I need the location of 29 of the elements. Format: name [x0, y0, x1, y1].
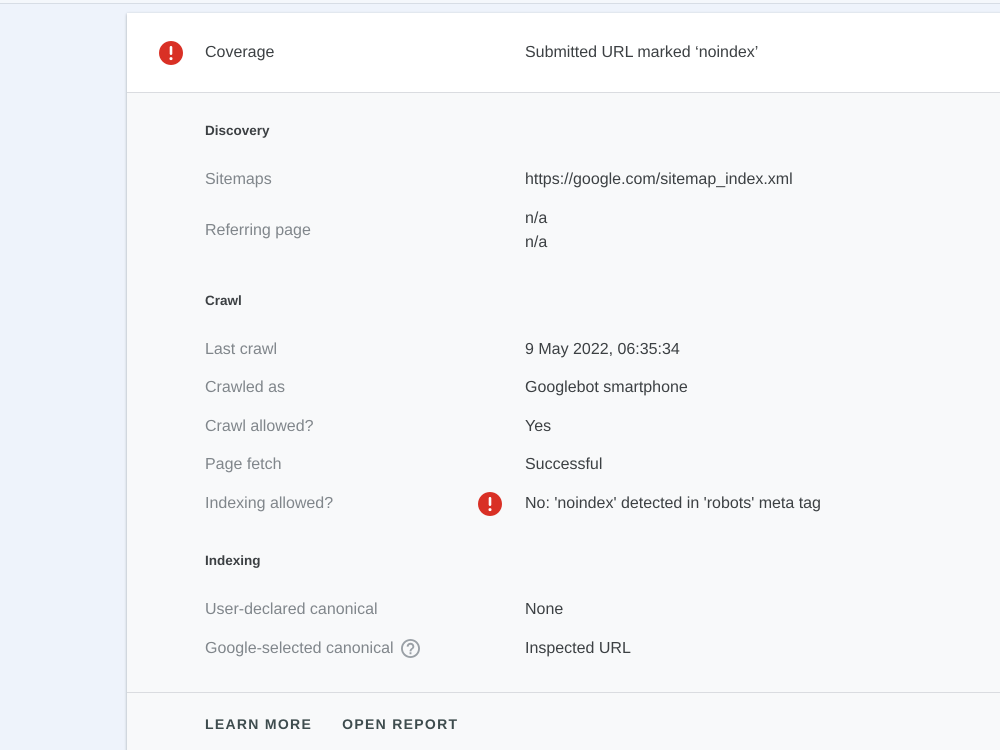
section-heading: Discovery — [205, 122, 270, 140]
field-value: https://google.com/sitemap_index.xml — [525, 170, 793, 190]
field-label: Referring page — [205, 220, 311, 241]
field-value: None — [525, 600, 564, 620]
field-value: n/a — [525, 233, 548, 253]
error-icon — [478, 492, 502, 516]
field-label: Page fetch — [205, 455, 282, 475]
field-label: Crawled as — [205, 378, 286, 398]
section-heading: Crawl — [205, 292, 242, 310]
field-label: Indexing allowed? — [205, 494, 334, 514]
action-button[interactable]: OPEN REPORT — [334, 706, 466, 742]
field-value: n/a — [525, 208, 548, 228]
field-label: User-declared canonical — [205, 600, 378, 620]
field-value: Inspected URL — [525, 638, 631, 658]
field-label: Sitemaps — [205, 170, 272, 190]
section-heading: Indexing — [205, 552, 261, 570]
field-value: Googlebot smartphone — [525, 378, 688, 398]
field-label: Crawl allowed? — [205, 416, 314, 436]
action-button[interactable]: LEARN MORE — [197, 706, 320, 742]
field-value: Successful — [525, 455, 602, 475]
field-label: Google-selected canonical — [205, 638, 394, 658]
field-value: Yes — [525, 416, 552, 436]
field-label: Last crawl — [205, 340, 278, 360]
panel-title: Coverage — [205, 44, 276, 62]
error-icon — [159, 40, 183, 64]
panel-status: Submitted URL marked ‘noindex’ — [525, 44, 758, 62]
help-icon[interactable] — [400, 639, 420, 658]
field-value: 9 May 2022, 06:35:34 — [525, 340, 680, 360]
field-value: No: 'noindex' detected in 'robots' meta tag — [525, 494, 821, 514]
